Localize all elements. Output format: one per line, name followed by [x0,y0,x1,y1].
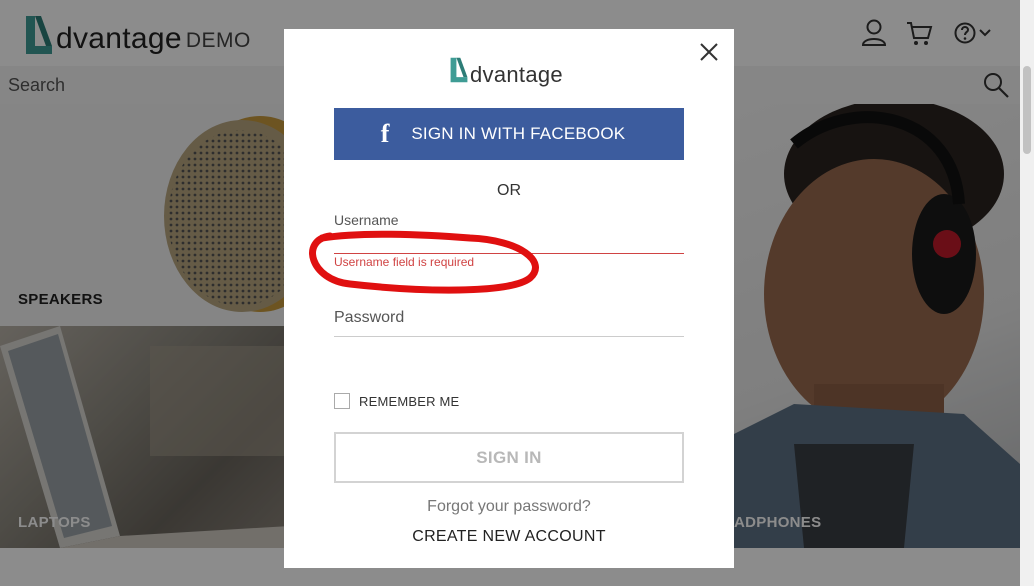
username-input[interactable] [334,229,684,251]
scrollbar[interactable] [1020,0,1034,586]
forgot-password-link[interactable]: Forgot your password? [284,498,734,516]
login-modal: dvantage f SIGN IN WITH FACEBOOK OR User… [284,29,734,568]
facebook-signin-label: SIGN IN WITH FACEBOOK [411,124,626,143]
remember-me-checkbox[interactable] [334,393,350,409]
signin-button[interactable]: SIGN IN [334,432,684,483]
close-icon[interactable] [698,41,720,63]
password-underline [334,336,684,337]
username-label: Username [334,212,399,228]
facebook-signin-button[interactable]: f SIGN IN WITH FACEBOOK [334,108,684,160]
modal-logo: dvantage [448,53,563,87]
or-divider: OR [497,182,521,199]
password-input[interactable] [334,313,684,335]
username-error-message: Username field is required [334,255,475,269]
remember-me-toggle[interactable]: REMEMBER ME [334,393,459,409]
username-underline [334,253,684,254]
remember-me-label: REMEMBER ME [359,393,460,409]
create-account-link[interactable]: CREATE NEW ACCOUNT [284,528,734,546]
logo-mark-icon [450,57,468,83]
scrollbar-thumb[interactable] [1023,66,1031,154]
modal-logo-text: dvantage [470,62,563,87]
facebook-icon: f [380,119,390,148]
